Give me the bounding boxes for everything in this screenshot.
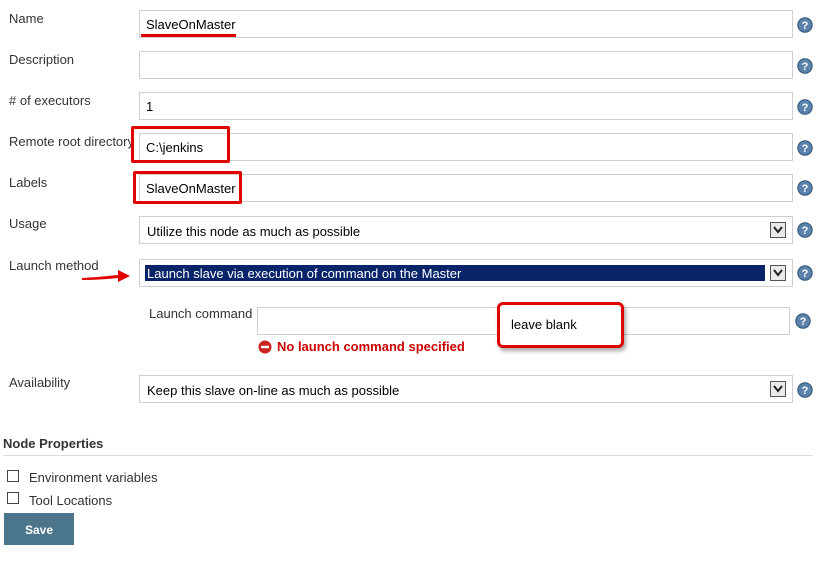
help-icon[interactable]: ? bbox=[797, 222, 813, 238]
help-icon[interactable]: ? bbox=[797, 140, 813, 156]
save-button[interactable]: Save bbox=[4, 513, 74, 545]
availability-select[interactable]: Keep this slave on-line as much as possi… bbox=[139, 375, 793, 403]
environment-variables-label: Environment variables bbox=[29, 470, 158, 485]
usage-label: Usage bbox=[9, 216, 47, 231]
name-input[interactable] bbox=[139, 10, 793, 38]
launch-method-select[interactable]: Launch slave via execution of command on… bbox=[139, 259, 793, 287]
tool-locations-label: Tool Locations bbox=[29, 493, 113, 508]
help-icon[interactable]: ? bbox=[797, 58, 813, 74]
leave-blank-text: leave blank bbox=[511, 317, 577, 332]
usage-selected-value: Utilize this node as much as possible bbox=[147, 224, 361, 239]
svg-text:?: ? bbox=[802, 61, 809, 73]
svg-text:?: ? bbox=[802, 20, 809, 32]
availability-label: Availability bbox=[9, 375, 71, 390]
svg-text:?: ? bbox=[800, 316, 807, 328]
help-icon[interactable]: ? bbox=[797, 99, 813, 115]
launch-command-label: Launch command bbox=[149, 306, 253, 321]
name-underline-annotation bbox=[141, 34, 236, 37]
executors-label: # of executors bbox=[9, 93, 91, 108]
node-properties-heading: Node Properties bbox=[3, 436, 104, 451]
chevron-down-icon[interactable] bbox=[770, 381, 786, 397]
svg-text:?: ? bbox=[802, 143, 809, 155]
error-icon bbox=[258, 340, 272, 354]
usage-select[interactable]: Utilize this node as much as possible bbox=[139, 216, 793, 244]
svg-text:?: ? bbox=[802, 268, 809, 280]
labels-label: Labels bbox=[9, 175, 48, 190]
labels-input[interactable] bbox=[139, 174, 793, 202]
svg-text:?: ? bbox=[802, 102, 809, 114]
help-icon[interactable]: ? bbox=[797, 180, 813, 196]
remote-root-label: Remote root directory bbox=[9, 134, 134, 149]
help-icon[interactable]: ? bbox=[795, 313, 811, 329]
help-icon[interactable]: ? bbox=[797, 17, 813, 33]
section-divider bbox=[3, 455, 813, 456]
launch-method-selected-value: Launch slave via execution of command on… bbox=[147, 266, 462, 281]
svg-text:?: ? bbox=[802, 225, 809, 237]
launch-command-error: No launch command specified bbox=[277, 339, 465, 354]
help-icon[interactable]: ? bbox=[797, 382, 813, 398]
svg-text:?: ? bbox=[802, 183, 809, 195]
leave-blank-annotation: leave blank bbox=[497, 302, 624, 348]
name-label: Name bbox=[9, 11, 44, 26]
environment-variables-checkbox[interactable] bbox=[7, 470, 19, 482]
availability-selected-value: Keep this slave on-line as much as possi… bbox=[147, 383, 400, 398]
executors-input[interactable] bbox=[139, 92, 793, 120]
description-input[interactable] bbox=[139, 51, 793, 79]
chevron-down-icon[interactable] bbox=[770, 265, 786, 281]
description-label: Description bbox=[9, 52, 75, 67]
arrow-right-annotation-icon bbox=[82, 270, 130, 282]
tool-locations-checkbox[interactable] bbox=[7, 492, 19, 504]
help-icon[interactable]: ? bbox=[797, 265, 813, 281]
remote-root-input[interactable] bbox=[139, 133, 793, 161]
chevron-down-icon[interactable] bbox=[770, 222, 786, 238]
svg-text:?: ? bbox=[802, 385, 809, 397]
